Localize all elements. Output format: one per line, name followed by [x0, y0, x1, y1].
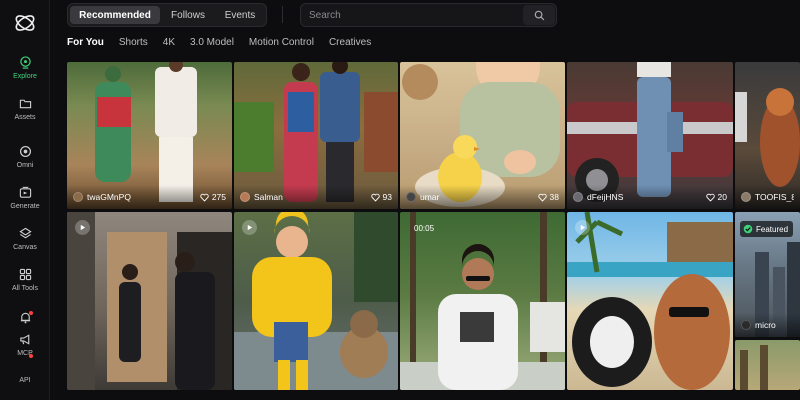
heart-icon: [537, 193, 547, 202]
media-card[interactable]: TOOFIS_8: [735, 62, 800, 209]
card-username: TOOFIS_8: [755, 192, 794, 202]
video-indicator: [575, 220, 590, 235]
omni-icon: [19, 145, 31, 158]
featured-icon: [743, 224, 753, 234]
avatar: [573, 192, 583, 202]
media-card[interactable]: dFeijHNS 20: [567, 62, 733, 209]
tab-follows[interactable]: Follows: [160, 6, 216, 24]
avatar: [741, 192, 751, 202]
video-indicator: [75, 220, 90, 235]
sidebar-item-api[interactable]: API: [0, 377, 50, 384]
card-meta: TOOFIS_8: [735, 185, 800, 209]
feed-tabs: Recommended Follows Events: [67, 3, 267, 27]
like-count-value: 20: [717, 192, 727, 202]
media-card[interactable]: Salman 93: [234, 62, 398, 209]
search-bar: [300, 3, 557, 27]
filter-creatives[interactable]: Creatives: [329, 37, 371, 51]
like-count[interactable]: 275: [200, 192, 226, 202]
folder-icon: [19, 99, 31, 109]
sidebar-item-canvas[interactable]: Canvas: [0, 227, 50, 251]
card-meta: Salman 93: [234, 185, 398, 209]
sidebar-item-assets[interactable]: Assets: [0, 97, 50, 121]
like-count[interactable]: 93: [370, 192, 392, 202]
media-card[interactable]: [735, 340, 800, 390]
video-duration: 00:05: [414, 224, 435, 233]
sidebar: Explore Assets Omni Generate Canvas All …: [0, 0, 50, 400]
filter-3-0-model[interactable]: 3.0 Model: [190, 37, 234, 51]
explore-icon: [19, 56, 31, 69]
filter-for-you[interactable]: For You: [67, 37, 104, 51]
video-indicator: [242, 220, 257, 235]
media-card[interactable]: twaGMnPQ 275: [67, 62, 232, 209]
like-count-value: 93: [382, 192, 392, 202]
media-thumbnail: [234, 212, 398, 390]
play-icon: [247, 224, 253, 231]
card-meta: twaGMnPQ 275: [67, 185, 232, 209]
card-meta: umar 38: [400, 185, 565, 209]
filter-4k[interactable]: 4K: [163, 37, 175, 51]
media-card[interactable]: umar 38: [400, 62, 565, 209]
filter-shorts[interactable]: Shorts: [119, 37, 148, 51]
sidebar-item-label: All Tools: [12, 285, 38, 292]
media-card[interactable]: [234, 212, 398, 390]
sidebar-item-label: Explore: [13, 73, 37, 80]
sidebar-item-label: Generate: [10, 203, 40, 210]
card-meta: micro: [735, 313, 800, 337]
media-thumbnail: [567, 212, 733, 390]
tab-events[interactable]: Events: [216, 6, 264, 24]
sidebar-item-generate[interactable]: Generate: [0, 186, 50, 210]
sidebar-item-notifications[interactable]: [0, 311, 50, 324]
sidebar-item-mcp[interactable]: MCP: [0, 333, 50, 358]
heart-icon: [200, 193, 209, 202]
filter-motion-control[interactable]: Motion Control: [249, 37, 314, 51]
like-count[interactable]: 38: [537, 192, 559, 202]
card-username: twaGMnPQ: [87, 192, 131, 202]
like-count-value: 275: [211, 192, 226, 202]
like-count-value: 38: [549, 192, 559, 202]
play-icon: [80, 224, 86, 231]
sidebar-item-explore[interactable]: Explore: [0, 56, 50, 80]
play-icon: [580, 224, 586, 231]
filter-bar: For You Shorts 4K 3.0 Model Motion Contr…: [67, 37, 386, 51]
featured-label: Featured: [756, 224, 789, 234]
avatar: [73, 192, 83, 202]
media-thumbnail: [740, 345, 768, 390]
avatar: [741, 320, 751, 330]
sidebar-item-omni[interactable]: Omni: [0, 145, 50, 169]
avatar: [406, 192, 416, 202]
divider: [282, 6, 283, 23]
heart-icon: [370, 193, 380, 202]
sidebar-item-label: Canvas: [13, 244, 37, 251]
featured-badge: Featured: [740, 221, 794, 237]
notification-dot: [29, 311, 33, 315]
like-count[interactable]: 20: [705, 192, 727, 202]
mcp-notification-dot: [29, 354, 33, 358]
sidebar-item-all-tools[interactable]: All Tools: [0, 268, 50, 292]
app-logo-icon[interactable]: [13, 11, 37, 35]
avatar: [240, 192, 250, 202]
tab-recommended[interactable]: Recommended: [70, 6, 160, 24]
card-meta: dFeijHNS 20: [567, 185, 733, 209]
search-input[interactable]: [309, 8, 519, 23]
media-card[interactable]: [67, 212, 232, 390]
media-card[interactable]: [567, 212, 733, 390]
search-icon: [534, 10, 544, 20]
sidebar-item-label: Assets: [14, 114, 36, 121]
heart-icon: [705, 193, 715, 202]
media-card[interactable]: 00:05: [400, 212, 565, 390]
grid-icon: [19, 268, 31, 281]
canvas-icon: [18, 227, 32, 239]
card-username: micro: [755, 320, 776, 330]
sidebar-item-label: Omni: [16, 162, 34, 169]
media-thumbnail: [400, 212, 565, 390]
media-thumbnail: [67, 212, 232, 390]
search-button[interactable]: [523, 5, 555, 25]
generate-icon: [19, 186, 31, 198]
sidebar-item-label: API: [19, 377, 31, 384]
megaphone-icon: [19, 334, 29, 345]
card-username: umar: [420, 192, 440, 202]
card-username: Salman: [254, 192, 283, 202]
card-username: dFeijHNS: [587, 192, 624, 202]
